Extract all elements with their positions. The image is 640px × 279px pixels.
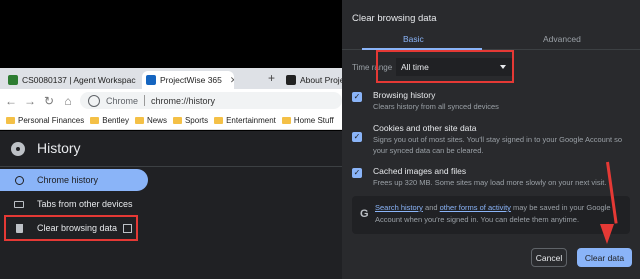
annotation-arrow-head [600,224,614,244]
bookmark-label: Home Stuff [293,116,334,125]
tab-strip: CS0080137 | Agent Workspace | ✕ ProjectW… [0,68,342,89]
address-url: chrome://history [151,95,216,106]
page-title: History [37,140,81,156]
bookmark-label: Bentley [102,116,129,125]
info-text: Search history and other forms of activi… [375,202,620,226]
bookmark-folder[interactable]: Sports [172,116,209,125]
folder-icon [134,117,144,124]
projectwise-icon [146,75,156,85]
bentley-icon [286,75,296,85]
back-icon[interactable]: ← [3,94,19,108]
tab-label: ProjectWise 365 [160,75,222,85]
dialog-tabs: Basic Advanced [342,28,640,50]
address-separator [144,95,146,106]
other-activity-link[interactable]: other forms of activity [440,203,511,212]
tab-label: CS0080137 | Agent Workspace | [22,75,136,85]
sidebar-item-label: Tabs from other devices [37,199,133,209]
bookmark-label: Sports [184,116,209,125]
annotation-highlight-box [376,50,514,83]
bookmark-folder[interactable]: Home Stuff [281,116,334,125]
chrome-site-icon [88,94,100,107]
tab-projectwise[interactable]: ProjectWise 365 ✕ [142,71,234,89]
checkbox-cookies[interactable]: ✓ [352,132,362,142]
tab-label: About Project [300,75,342,85]
checkbox-cached-images[interactable]: ✓ [352,168,362,178]
bookmark-folder[interactable]: News [134,116,167,125]
folder-icon [6,117,15,124]
tab-basic[interactable]: Basic [403,34,424,44]
option-title: Browsing history [373,90,436,100]
servicenow-icon [8,75,18,85]
clock-icon [14,175,24,185]
tab-advanced[interactable]: Advanced [543,34,581,44]
home-icon[interactable]: ⌂ [60,94,76,108]
bookmark-folder[interactable]: Entertainment [214,116,276,125]
bookmark-folder[interactable]: Personal Finances [6,116,84,125]
history-page: History Chrome history Tabs from other d… [0,131,342,279]
reload-icon[interactable]: ↻ [41,94,57,108]
tab-about-project[interactable]: About Project [282,71,342,89]
folder-icon [172,117,182,124]
address-brand: Chrome [106,95,139,106]
laptop-icon [14,200,24,208]
browser-window: CS0080137 | Agent Workspace | ✕ ProjectW… [0,0,342,279]
google-icon: G [360,208,369,220]
option-subtitle: Frees up 320 MB. Some sites may load mor… [373,178,607,187]
annotation-highlight-box [4,215,138,241]
chrome-logo-icon [11,142,25,156]
tab-agent-workspace[interactable]: CS0080137 | Agent Workspace | ✕ [4,71,136,89]
bookmark-label: Entertainment [226,116,276,125]
bookmark-label: Personal Finances [18,116,85,125]
folder-icon [214,117,224,124]
sidebar-item-tabs-other-devices[interactable]: Tabs from other devices [0,193,133,215]
bookmark-label: News [146,116,167,125]
close-icon[interactable]: ✕ [230,75,234,86]
info-and: and [422,203,440,212]
new-tab-icon[interactable]: + [268,71,275,85]
option-title: Cookies and other site data [373,123,477,133]
dialog-title: Clear browsing data [352,13,437,24]
folder-icon [90,117,100,124]
option-subtitle: Signs you out of most sites. You'll stay… [373,135,623,155]
bookmarks-bar: Personal Finances Bentley News Sports En… [0,112,342,130]
clear-data-button[interactable]: Clear data [577,248,632,267]
search-history-link[interactable]: Search history [375,203,423,212]
toolbar: ← → ↻ ⌂ Chrome chrome://history [0,89,342,112]
folder-icon [281,117,291,124]
option-title: Cached images and files [373,166,467,176]
bookmark-folder[interactable]: Bentley [90,116,129,125]
clear-browsing-data-dialog: Clear browsing data Basic Advanced Time … [342,0,640,279]
cancel-button[interactable]: Cancel [531,248,567,267]
history-header: History [0,131,342,167]
sidebar-item-chrome-history[interactable]: Chrome history [0,169,148,191]
checkbox-browsing-history[interactable]: ✓ [352,92,362,102]
address-bar[interactable]: Chrome chrome://history [80,92,342,109]
sidebar-item-label: Chrome history [37,175,99,185]
forward-icon[interactable]: → [22,94,38,108]
option-subtitle: Clears history from all synced devices [373,102,499,111]
google-account-info: G Search history and other forms of acti… [352,196,630,234]
